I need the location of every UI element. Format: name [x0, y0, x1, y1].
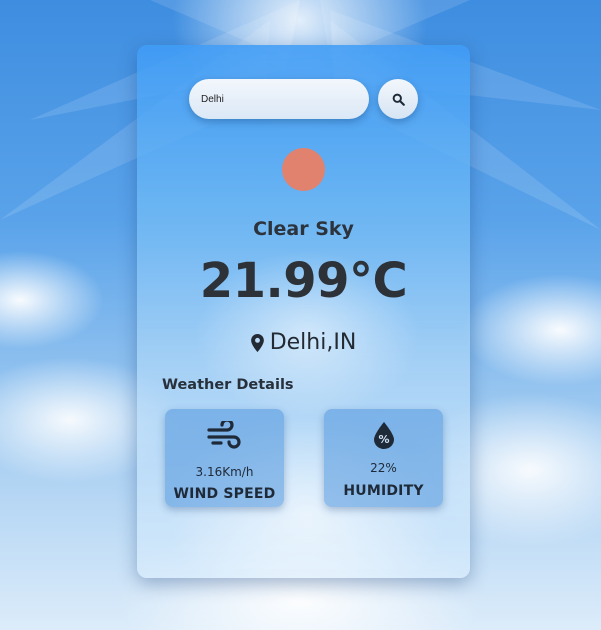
search-input[interactable] [189, 79, 369, 119]
humidity-value: 22% [370, 461, 397, 475]
wind-icon [206, 421, 241, 449]
sun-icon [282, 148, 325, 191]
weather-condition: Clear Sky [253, 218, 354, 240]
humidity-card: % 22% HUMIDITY [324, 409, 443, 507]
search-icon [392, 93, 405, 106]
weather-card: Clear Sky 21.99°C Delhi,IN Weather Detai… [137, 45, 470, 578]
humidity-label: HUMIDITY [343, 483, 424, 499]
location: Delhi,IN [137, 330, 470, 355]
location-name: Delhi,IN [269, 330, 357, 355]
search-bar [189, 79, 418, 119]
svg-text:%: % [378, 433, 389, 446]
humidity-drop-icon: % [373, 422, 394, 449]
wind-speed-label: WIND SPEED [173, 486, 276, 502]
map-pin-icon [250, 333, 264, 352]
temperature-value: 21.99°C [199, 253, 408, 309]
wind-speed-value: 3.16Km/h [195, 465, 254, 479]
weather-details-heading: Weather Details [162, 377, 294, 393]
wind-speed-card: 3.16Km/h WIND SPEED [165, 409, 284, 507]
search-button[interactable] [378, 79, 418, 119]
